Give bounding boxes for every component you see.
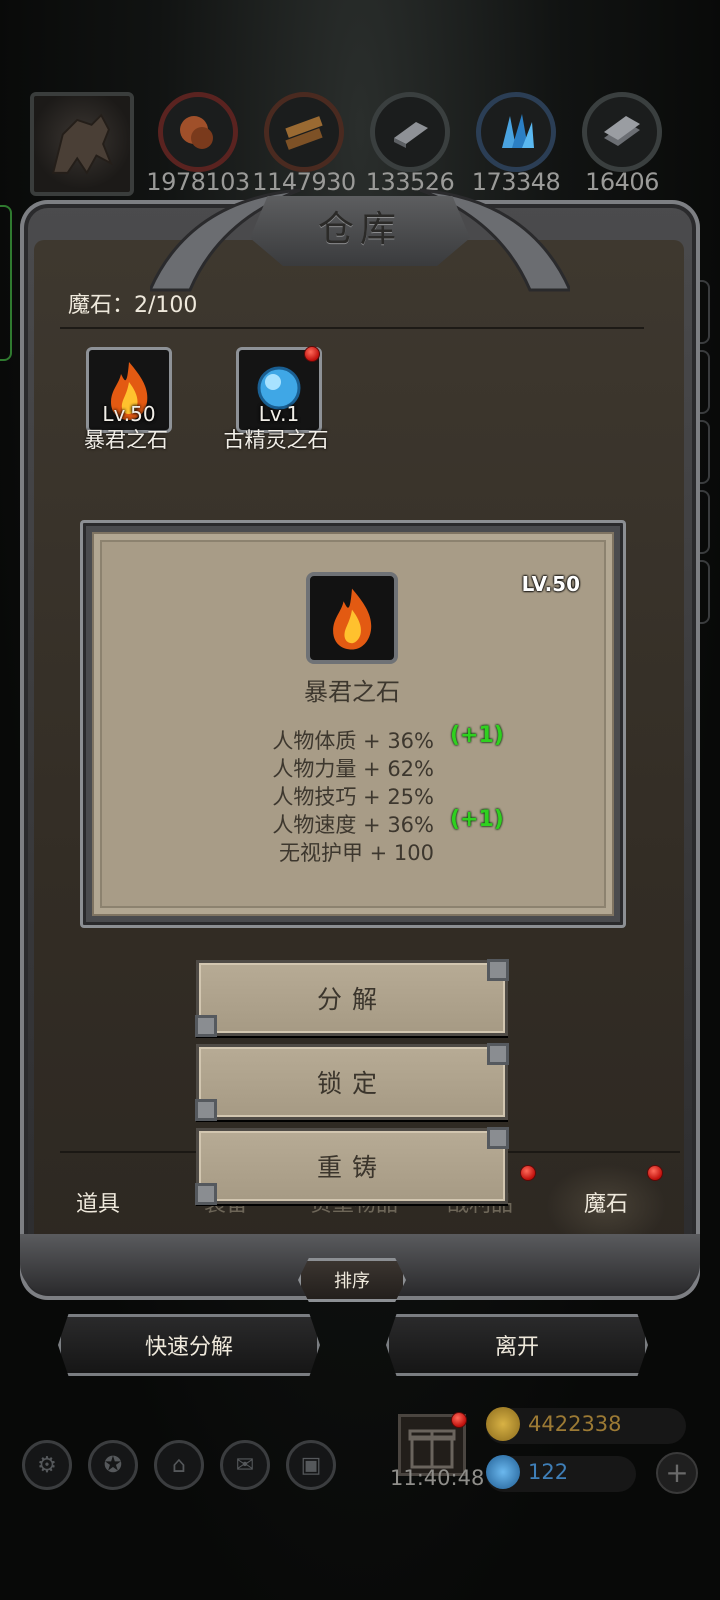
gem-amount: 122 — [528, 1460, 569, 1484]
fire-stone-icon — [333, 588, 372, 650]
resource-ore[interactable] — [158, 92, 238, 172]
gem-icon — [486, 1455, 520, 1489]
tab-items[interactable]: 道具 — [38, 1186, 158, 1218]
decompose-button[interactable]: 分解 — [195, 959, 509, 1037]
leave-button[interactable]: 离开 — [386, 1314, 648, 1376]
stat-line: 人物体质 + 36% — [272, 729, 434, 753]
cube-icon[interactable]: ▣ — [286, 1440, 336, 1490]
gift-timer: 11:40:48 — [390, 1466, 485, 1490]
mail-icon[interactable]: ✉ — [220, 1440, 270, 1490]
stat-line: 人物力量 + 62% — [272, 757, 434, 781]
resource-iron[interactable] — [370, 92, 450, 172]
wood-icon — [285, 116, 323, 150]
item-name: 古精灵之石 — [223, 428, 329, 452]
resource-metal[interactable] — [582, 92, 662, 172]
divider — [60, 327, 644, 329]
stat-bonus: (+1) — [450, 723, 504, 748]
iron-icon — [394, 122, 428, 148]
gift-badge — [451, 1412, 467, 1428]
dragon-head-icon — [51, 113, 113, 175]
left-side-panel-edge[interactable] — [0, 205, 12, 361]
resource-crystal[interactable] — [476, 92, 556, 172]
tab-magic-stones[interactable]: 魔石 — [546, 1186, 666, 1218]
star-icon[interactable]: ✪ — [88, 1440, 138, 1490]
detail-level: LV.50 — [521, 572, 580, 596]
resource-wood[interactable] — [264, 92, 344, 172]
ore-icon — [180, 116, 213, 149]
category-count-label: 魔石：2/100 — [68, 293, 198, 318]
detail-item-name: 暴君之石 — [304, 678, 400, 706]
stat-bonus: (+1) — [450, 807, 504, 832]
item-slot[interactable]: Lv.50 — [86, 347, 172, 433]
stat-line: 无视护甲 + 100 — [278, 841, 434, 865]
add-currency-button[interactable]: + — [656, 1452, 698, 1494]
crystal-icon — [502, 114, 534, 148]
metal-count: 16406 — [585, 168, 659, 196]
settings-icon[interactable]: ⚙ — [22, 1440, 72, 1490]
panel-title: 仓库 — [317, 209, 402, 250]
sort-button[interactable]: 排序 — [298, 1258, 406, 1302]
quick-decompose-button[interactable]: 快速分解 — [58, 1314, 320, 1376]
gold-amount: 4422338 — [528, 1412, 622, 1436]
detail-item-icon — [306, 572, 398, 664]
stat-line: 人物速度 + 36% — [272, 813, 434, 837]
item-level: Lv.1 — [258, 402, 300, 426]
tab-badge — [647, 1165, 663, 1181]
new-badge — [304, 346, 320, 362]
item-name: 暴君之石 — [84, 428, 168, 452]
item-level: Lv.50 — [102, 402, 156, 426]
lock-button[interactable]: 锁定 — [195, 1043, 509, 1121]
gold-icon — [486, 1407, 520, 1441]
player-avatar[interactable] — [30, 92, 134, 196]
metal-icon — [604, 116, 640, 146]
gate-icon[interactable]: ⌂ — [154, 1440, 204, 1490]
stat-line: 人物技巧 + 25% — [272, 785, 434, 809]
recast-button[interactable]: 重铸 — [195, 1127, 509, 1205]
tab-badge — [520, 1165, 536, 1181]
